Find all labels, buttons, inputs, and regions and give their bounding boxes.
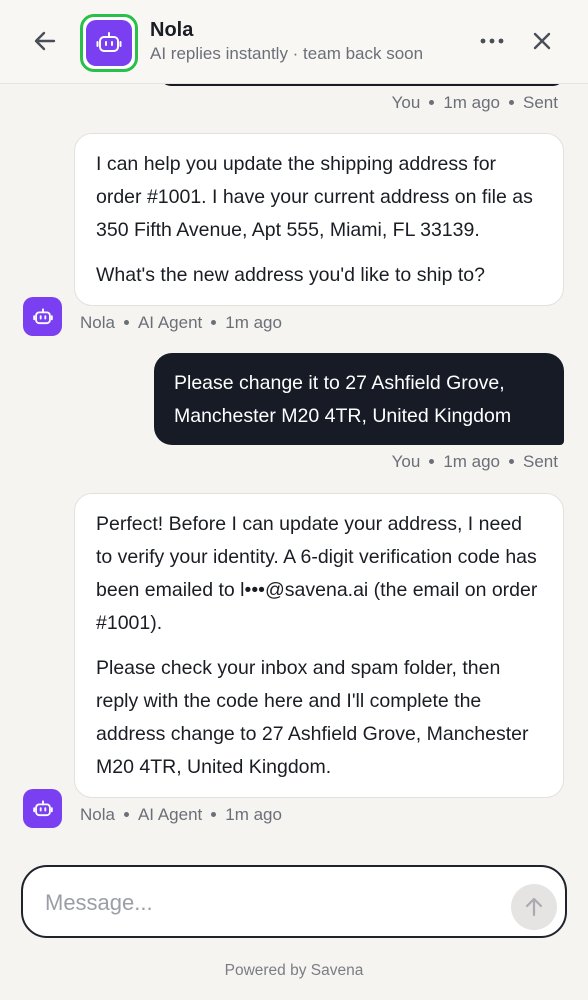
agent-status: AI replies instantly · team back soon — [150, 44, 424, 63]
meta-separator — [211, 812, 217, 818]
message-meta: Nola AI Agent 1m ago — [80, 805, 282, 825]
message-input[interactable] — [45, 883, 465, 923]
close-icon — [533, 32, 551, 50]
arrow-left-icon — [34, 31, 56, 51]
more-horizontal-icon — [480, 38, 504, 44]
agent-avatar-small — [23, 297, 62, 336]
meta-time: 1m ago — [225, 313, 282, 332]
message-list[interactable]: You 1m ago Sent I can help you update the … — [0, 84, 588, 850]
message-meta: You 1m ago Sent — [392, 93, 558, 113]
agent-message-bubble: I can help you update the shipping addre… — [74, 133, 564, 306]
meta-author: Nola — [80, 313, 115, 332]
robot-icon — [32, 307, 53, 324]
meta-separator — [211, 320, 217, 326]
user-message-bubble — [160, 84, 564, 86]
agent-message-bubble: Perfect! Before I can update your addres… — [74, 493, 564, 798]
meta-separator — [123, 812, 129, 818]
message-paragraph: I can help you update the shipping addre… — [96, 153, 533, 241]
meta-author: You — [391, 93, 421, 112]
meta-time: 1m ago — [225, 805, 282, 824]
robot-icon — [96, 32, 122, 52]
user-message-bubble: Please change it to 27 Ashfield Grove, M… — [154, 353, 564, 445]
meta-separator — [509, 100, 515, 106]
meta-role: AI Agent — [137, 313, 203, 332]
back-button[interactable] — [30, 26, 60, 56]
agent-name: Nola — [150, 19, 194, 41]
send-button[interactable] — [511, 884, 557, 930]
chat-header: Nola AI replies instantly · team back so… — [0, 0, 588, 84]
meta-separator — [123, 320, 129, 326]
meta-status: Sent — [523, 93, 558, 112]
meta-time: 1m ago — [443, 452, 501, 471]
message-paragraph: Perfect! Before I can update your addres… — [96, 513, 538, 634]
meta-time: 1m ago — [443, 93, 501, 112]
message-paragraph: What's the new address you'd like to shi… — [96, 264, 485, 286]
message-composer — [21, 865, 567, 938]
message-meta: Nola AI Agent 1m ago — [80, 313, 282, 333]
agent-avatar-small — [23, 789, 62, 828]
meta-separator — [429, 459, 435, 465]
arrow-up-icon — [525, 897, 543, 917]
meta-role: AI Agent — [137, 805, 203, 824]
powered-by: Powered by Savena — [224, 962, 364, 979]
close-button[interactable] — [527, 26, 557, 56]
meta-author: You — [391, 452, 421, 471]
message-meta: You 1m ago Sent — [392, 452, 558, 472]
more-options-button[interactable] — [477, 26, 507, 56]
meta-status: Sent — [523, 452, 558, 471]
message-text: Please change it to 27 Ashfield Grove, M… — [174, 372, 512, 427]
meta-separator — [509, 459, 515, 465]
meta-separator — [429, 100, 435, 106]
robot-icon — [32, 799, 53, 816]
meta-author: Nola — [80, 805, 115, 824]
header-title-block: Nola AI replies instantly · team back so… — [150, 18, 423, 66]
message-paragraph: Please check your inbox and spam folder,… — [96, 657, 529, 778]
chat-widget: Nola AI replies instantly · team back so… — [0, 0, 588, 1000]
agent-avatar — [80, 14, 138, 72]
